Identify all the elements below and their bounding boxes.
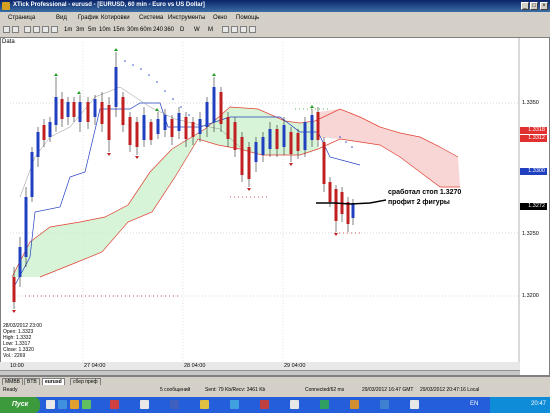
date-label-3: 28 04:00 [184, 363, 206, 369]
price-label-2: 1.3250 [522, 231, 539, 237]
price-tag-blue: 1.3300 [520, 168, 547, 175]
tf-60m[interactable]: 60m [140, 27, 152, 33]
tf-w[interactable]: W [194, 27, 200, 33]
new-icon[interactable] [3, 26, 10, 33]
crosshair-icon[interactable] [24, 26, 31, 33]
status-local-time: 29/03/2012 20:47:16 Local [420, 387, 480, 393]
menu-quotes[interactable]: Котировки [101, 15, 130, 21]
task-icon-3[interactable] [170, 400, 179, 409]
status-ready: Ready [3, 387, 18, 393]
tf-360[interactable]: 360 [164, 27, 174, 33]
date-label-2: 27 04:00 [84, 363, 106, 369]
tf-m[interactable]: M [208, 27, 213, 33]
tf-15m[interactable]: 15m [113, 27, 125, 33]
task-icon-7[interactable] [290, 400, 299, 409]
status-traffic: Sent: 79 Kb/Recv: 3461 Kb [205, 387, 266, 393]
quicklaunch-icon-1[interactable] [46, 400, 55, 409]
quicklaunch-icon-2[interactable] [58, 400, 67, 409]
task-icon-1[interactable] [110, 400, 119, 409]
menu-page[interactable]: Страница [8, 15, 35, 21]
start-button[interactable]: Пуск [0, 397, 40, 413]
system-tray: 20:47 [490, 397, 550, 413]
maximize-button[interactable]: □ [530, 2, 538, 10]
price-tag-red2: 1.3312 [520, 135, 547, 142]
language-indicator[interactable]: EN [470, 401, 478, 407]
menu-chart[interactable]: График [78, 15, 99, 21]
tf-30m[interactable]: 30m [127, 27, 139, 33]
task-icon-10[interactable] [380, 400, 389, 409]
line-tool-icon[interactable] [33, 26, 40, 33]
zoom-in-icon[interactable] [42, 26, 49, 33]
tf-3m[interactable]: 3m [76, 27, 84, 33]
task-icon-9[interactable] [350, 400, 359, 409]
price-label-1: 1.3350 [522, 100, 539, 106]
cloud-bearish [318, 109, 460, 187]
task-icon-5[interactable] [230, 400, 239, 409]
task-icon-8[interactable] [320, 400, 329, 409]
zoom-out-icon[interactable] [51, 26, 58, 33]
task-icon-4[interactable] [200, 400, 209, 409]
minimize-button[interactable]: _ [521, 2, 529, 10]
candlesticks [12, 52, 355, 309]
tf-1m[interactable]: 1m [64, 27, 72, 33]
task-icon-11[interactable] [410, 400, 419, 409]
annotation-profit: профит 2 фигуры [388, 199, 450, 206]
quicklaunch-icon-4[interactable] [82, 400, 91, 409]
tf-d[interactable]: D [180, 27, 184, 33]
menu-view[interactable]: Вид [56, 15, 67, 21]
date-label-1: 10:00 [10, 363, 24, 369]
task-icon-6[interactable] [260, 400, 269, 409]
status-bar: Ready 5 сообщений Sent: 79 Kb/Recv: 3461… [0, 385, 550, 395]
date-label-4: 29 04:00 [284, 363, 306, 369]
tf-10m[interactable]: 10m [99, 27, 111, 33]
chart-type-icon[interactable] [222, 26, 229, 33]
open-icon[interactable] [12, 26, 19, 33]
annotation-stop: сработал стоп 1.3270 [388, 189, 462, 196]
menu-bar: Страница Вид График Котировки Система Ин… [0, 12, 550, 24]
title-bar: XTick Professional - eurusd - [EURUSD, 6… [0, 0, 550, 12]
fractal-up-markers [54, 48, 314, 111]
trade-annotation: сработал стоп 1.3270 профит 2 фигуры [388, 188, 461, 208]
status-gmt-time: 29/03/2012 16:47 GMT [362, 387, 414, 393]
app-icon [2, 2, 10, 10]
close-button[interactable]: × [540, 2, 548, 10]
settings-icon[interactable] [249, 26, 256, 33]
task-icon-2[interactable] [140, 400, 149, 409]
template-icon[interactable] [240, 26, 247, 33]
price-tag-red1: 1.3318 [520, 127, 547, 134]
status-connection: Connected/62 ms [305, 387, 345, 393]
status-messages[interactable]: 5 сообщений [160, 387, 190, 393]
ohlc-info: 28/03/2012 23:00 Open: 1.3323 High: 1.33… [3, 323, 42, 359]
menu-help[interactable]: Помощь [236, 15, 259, 21]
tf-240[interactable]: 240 [153, 27, 163, 33]
date-axis [0, 362, 520, 370]
tf-5m[interactable]: 5m [88, 27, 96, 33]
taskbar-clock: 20:47 [530, 401, 546, 407]
price-label-3: 1.3200 [522, 293, 539, 299]
info-vol: Vol.: 2269 [3, 353, 26, 359]
annotation-line [316, 199, 387, 205]
price-tag-current: 1.3272 [520, 203, 547, 210]
toolbar: 1m 3m 5m 10m 15m 30m 60m 240 360 D W M [0, 24, 550, 38]
menu-tools[interactable]: Инструменты [168, 15, 205, 21]
horizontal-scrollbar[interactable] [0, 370, 520, 375]
window-title: XTick Professional - eurusd - [EURUSD, 6… [13, 2, 205, 8]
price-chart[interactable] [0, 37, 550, 376]
taskbar: Пуск EN 20:47 [0, 397, 550, 413]
quicklaunch-icon-3[interactable] [70, 400, 79, 409]
menu-window[interactable]: Окно [213, 15, 227, 21]
indicators-icon[interactable] [231, 26, 238, 33]
menu-system[interactable]: Система [139, 15, 163, 21]
